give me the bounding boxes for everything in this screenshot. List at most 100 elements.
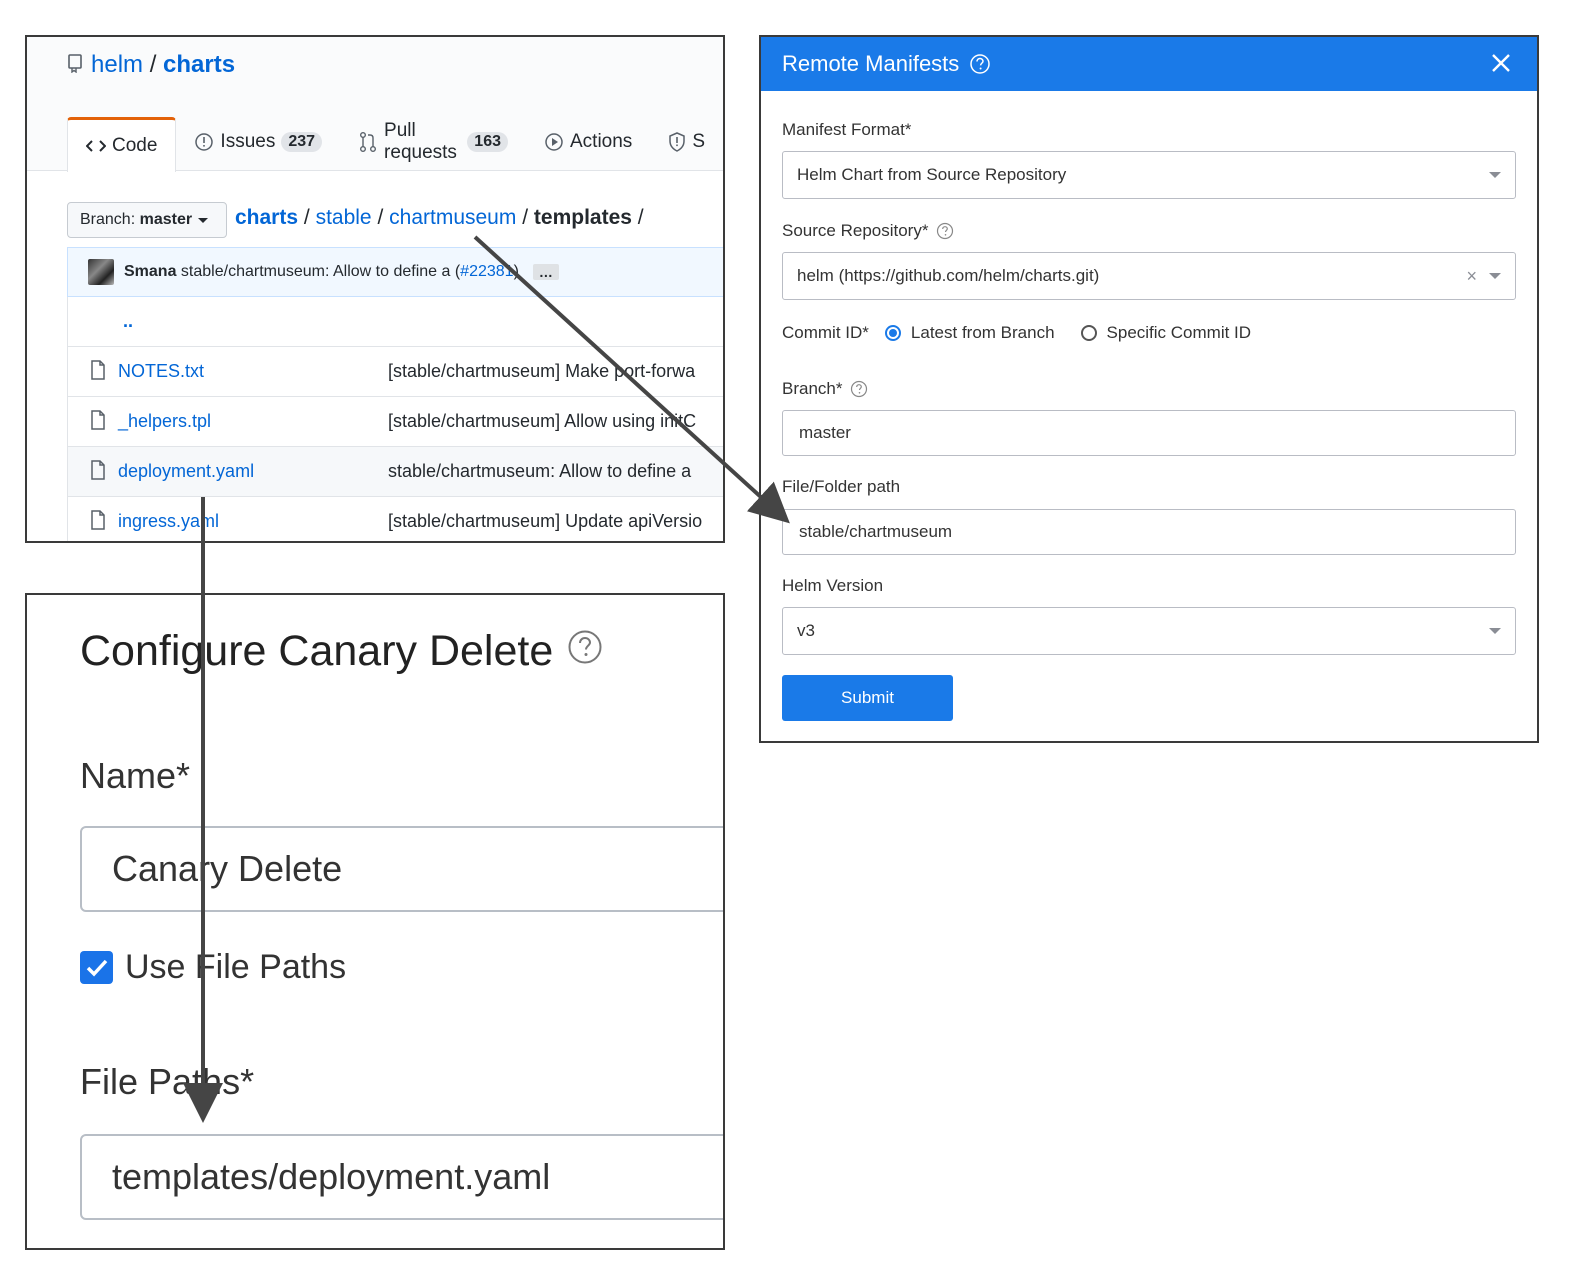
tab-security-label: S (692, 131, 705, 152)
helm-version-value: v3 (797, 621, 815, 640)
commit-id-label: Commit ID* (782, 323, 869, 342)
submit-button[interactable]: Submit (782, 675, 953, 721)
breadcrumb-separator: / (303, 206, 310, 229)
commit-message[interactable]: stable/chartmuseum: Allow to define a ( (181, 263, 460, 281)
tab-pull-requests-label: Pull requests (384, 120, 457, 163)
file-icon (90, 510, 106, 535)
file-commit-message[interactable]: stable/chartmuseum: Allow to define a (388, 461, 691, 482)
repo-icon (67, 52, 83, 80)
manifest-format-select[interactable]: Helm Chart from Source Repository (782, 151, 1516, 199)
radio-latest-from-branch[interactable] (884, 325, 901, 341)
latest-commit-bar: Smana stable/chartmuseum: Allow to defin… (67, 247, 723, 297)
file-commit-message[interactable]: [stable/chartmuseum] Make port-forwa (388, 361, 695, 382)
source-repo-value: helm (https://github.com/helm/charts.git… (797, 266, 1100, 285)
tab-security[interactable]: S (650, 117, 723, 167)
file-icon (90, 410, 106, 435)
shield-icon (668, 132, 686, 152)
path-label: File/Folder path (782, 477, 901, 496)
file-name-link[interactable]: NOTES.txt (118, 361, 204, 382)
issues-count-badge: 237 (281, 132, 323, 152)
latest-from-branch-label[interactable]: Latest from Branch (911, 323, 1055, 343)
branch-label-row: Branch* (782, 379, 868, 399)
breadcrumb-stable[interactable]: stable (316, 206, 372, 229)
clear-icon[interactable]: × (1466, 266, 1477, 287)
name-input[interactable]: Canary Delete (80, 826, 723, 912)
file-name-link[interactable]: deployment.yaml (118, 461, 254, 482)
branch-prefix: Branch: (80, 211, 136, 228)
close-icon[interactable] (1489, 51, 1513, 81)
repo-title: helm / charts (67, 51, 235, 80)
help-icon[interactable] (850, 380, 868, 398)
remote-manifests-dialog: Remote Manifests Manifest Format* Helm C… (759, 35, 1539, 743)
avatar (88, 259, 114, 285)
table-row[interactable]: _helpers.tpl [stable/chartmuseum] Allow … (68, 397, 723, 447)
chevron-down-icon (1489, 273, 1501, 279)
issue-icon (194, 132, 214, 152)
radio-specific-commit-id[interactable] (1080, 325, 1097, 341)
manifest-format-label: Manifest Format* (782, 120, 912, 139)
repo-separator: / (149, 51, 157, 78)
play-icon (544, 132, 564, 152)
expand-commit-button[interactable]: … (532, 264, 559, 280)
github-repo-panel: helm / charts Code Issues 237 Pull reque… (25, 35, 725, 543)
caret-down-icon (198, 217, 209, 223)
table-row[interactable]: deployment.yaml stable/chartmuseum: Allo… (68, 447, 723, 497)
code-icon (86, 139, 106, 153)
page-title: Configure Canary Delete (80, 627, 603, 676)
branch-select-button[interactable]: Branch: master (67, 202, 227, 238)
help-icon[interactable] (936, 222, 954, 240)
tab-actions-label: Actions (570, 131, 633, 152)
file-paths-input[interactable]: templates/deployment.yaml (80, 1134, 723, 1220)
repo-name-link[interactable]: charts (163, 51, 235, 78)
file-icon (90, 360, 106, 385)
file-commit-message[interactable]: [stable/chartmuseum] Allow using initC (388, 411, 696, 432)
source-repo-label: Source Repository* (782, 221, 929, 240)
help-icon[interactable] (969, 53, 991, 75)
source-repo-select[interactable]: helm (https://github.com/helm/charts.git… (782, 252, 1516, 300)
pull-request-icon (358, 131, 378, 153)
file-commit-message[interactable]: [stable/chartmuseum] Update apiVersio (388, 511, 702, 532)
file-name-link[interactable]: _helpers.tpl (118, 411, 211, 432)
table-row[interactable]: NOTES.txt [stable/chartmuseum] Make port… (68, 347, 723, 397)
breadcrumb-separator: / (522, 206, 529, 229)
file-name-link[interactable]: ingress.yaml (118, 511, 219, 532)
use-file-paths-checkbox-row[interactable]: Use File Paths (80, 948, 346, 987)
table-row[interactable]: ingress.yaml [stable/chartmuseum] Update… (68, 497, 723, 541)
commit-pr-link[interactable]: #22381 (460, 263, 513, 281)
commit-author[interactable]: Smana (124, 263, 176, 281)
file-icon (90, 460, 106, 485)
source-repo-label-row: Source Repository* (782, 221, 954, 241)
path-input[interactable]: stable/chartmuseum (782, 509, 1516, 555)
breadcrumb: charts / stable / chartmuseum / template… (235, 206, 644, 230)
breadcrumb-charts[interactable]: charts (235, 206, 298, 229)
manifest-format-value: Helm Chart from Source Repository (797, 165, 1067, 184)
helm-version-select[interactable]: v3 (782, 607, 1516, 655)
branch-input[interactable]: master (782, 410, 1516, 456)
checkbox-checked-icon[interactable] (80, 951, 113, 984)
dialog-title: Remote Manifests (782, 51, 960, 76)
list-item-parent-dir[interactable]: .. (68, 297, 723, 347)
commit-id-row: Commit ID* Latest from Branch Specific C… (782, 323, 1251, 343)
dialog-header: Remote Manifests (761, 37, 1537, 91)
chevron-down-icon (1489, 628, 1501, 634)
help-icon[interactable] (567, 627, 603, 676)
pull-requests-count-badge: 163 (467, 132, 508, 152)
tab-pull-requests[interactable]: Pull requests 163 (340, 117, 526, 167)
specific-commit-id-label[interactable]: Specific Commit ID (1107, 323, 1252, 343)
tab-code-label: Code (112, 135, 158, 156)
breadcrumb-separator: / (637, 206, 644, 229)
tab-code[interactable]: Code (67, 117, 177, 172)
parent-dir-link[interactable]: .. (123, 311, 133, 332)
chevron-down-icon (1489, 172, 1501, 178)
commit-message-end: ) (513, 263, 519, 280)
tab-issues[interactable]: Issues 237 (176, 117, 340, 167)
repo-header: helm / charts Code Issues 237 Pull reque… (27, 37, 723, 172)
helm-version-label: Helm Version (782, 576, 884, 595)
branch-name: master (139, 211, 193, 228)
repo-owner-link[interactable]: helm (91, 51, 143, 78)
breadcrumb-chartmuseum[interactable]: chartmuseum (389, 206, 516, 229)
tab-actions[interactable]: Actions (526, 117, 650, 167)
branch-label: Branch* (782, 379, 843, 398)
file-list: .. NOTES.txt [stable/chartmuseum] Make p… (67, 297, 723, 541)
name-label: Name* (80, 755, 191, 796)
